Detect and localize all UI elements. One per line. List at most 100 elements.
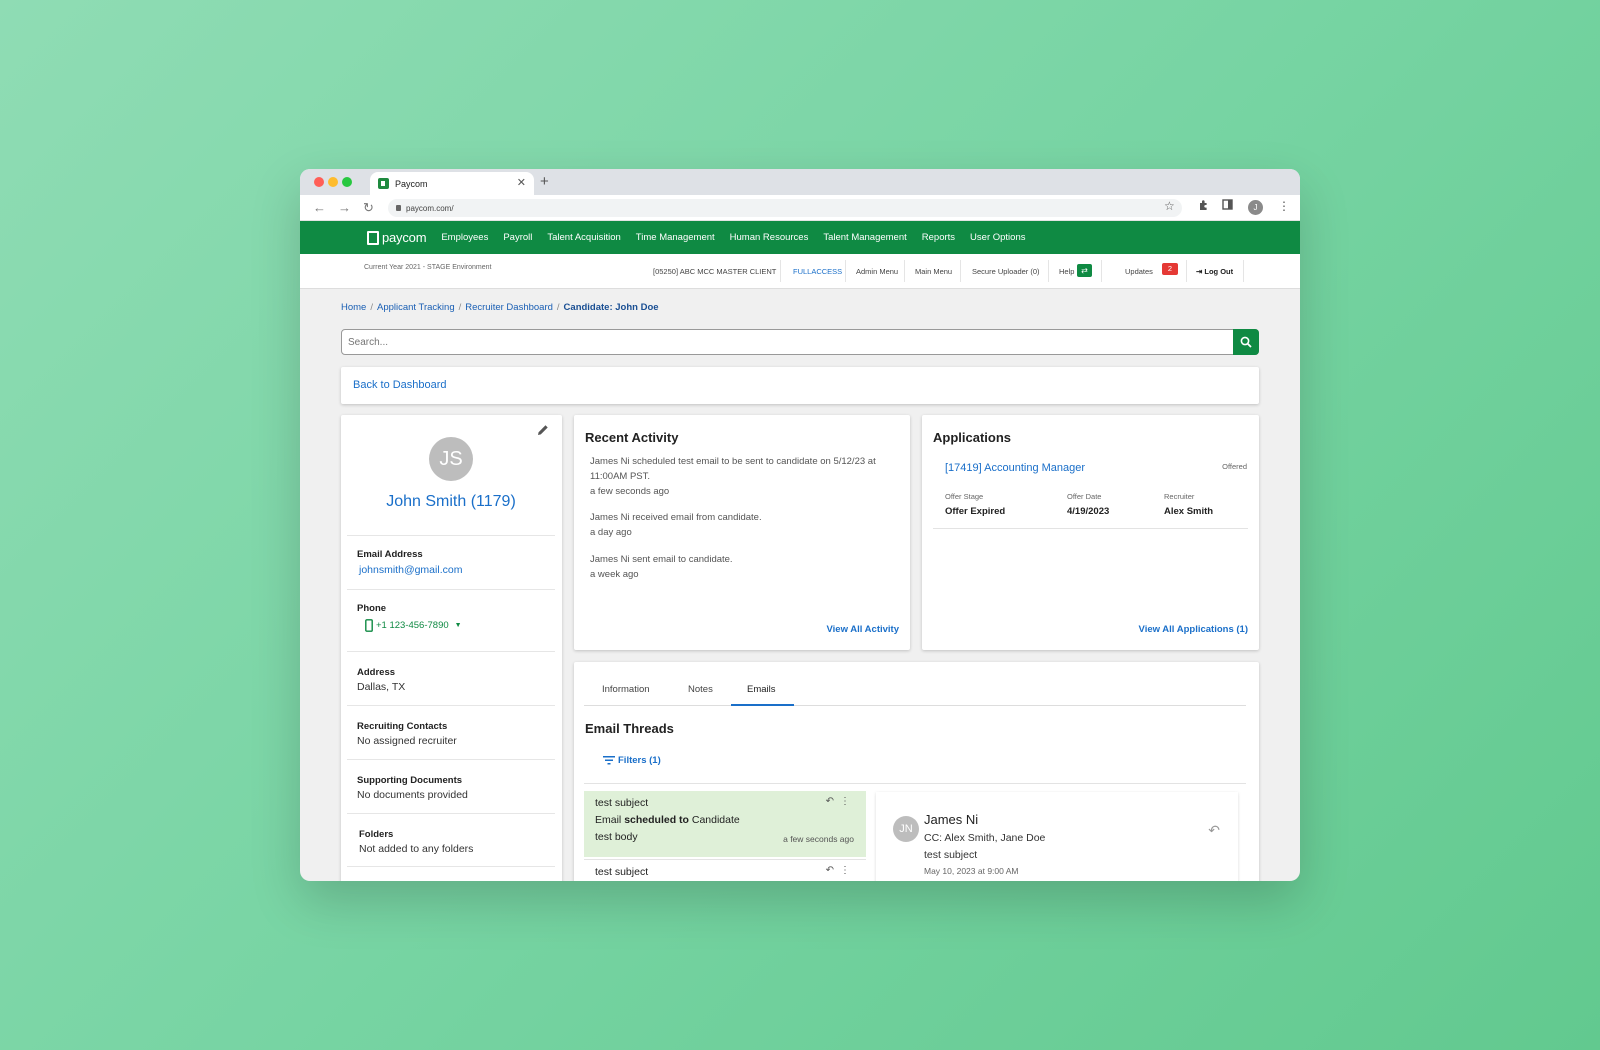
candidate-profile-card: JS John Smith (1179) Email Address johns… (341, 415, 562, 881)
breadcrumb-recruiter-dashboard[interactable]: Recruiter Dashboard (465, 302, 553, 313)
filters-label: Filters (1) (618, 755, 661, 766)
close-window-icon[interactable] (314, 177, 324, 187)
reply-icon[interactable]: ↶ (826, 865, 834, 876)
email-threads-title: Email Threads (585, 721, 674, 736)
folders-label: Folders (359, 829, 394, 840)
offer-stage-label: Offer Stage (945, 492, 984, 501)
view-all-applications-link[interactable]: View All Applications (1) (1139, 624, 1248, 635)
nav-payroll[interactable]: Payroll (503, 232, 532, 243)
divider (960, 260, 961, 282)
edit-pencil-icon[interactable] (537, 423, 549, 441)
nav-time-management[interactable]: Time Management (636, 232, 715, 243)
nav-talent-acquisition[interactable]: Talent Acquisition (547, 232, 620, 243)
job-link[interactable]: [17419] Accounting Manager (945, 462, 1085, 474)
view-all-activity-link[interactable]: View All Activity (826, 624, 899, 635)
recruiting-contacts-label: Recruiting Contacts (357, 721, 448, 732)
help-link[interactable]: Help (1059, 267, 1074, 276)
nav-human-resources[interactable]: Human Resources (730, 232, 809, 243)
paycom-logo[interactable]: paycom (367, 230, 427, 245)
url-text: paycom.com/ (406, 204, 454, 213)
minimize-window-icon[interactable] (328, 177, 338, 187)
candidate-name: John Smith (1179) (386, 493, 516, 510)
more-options-icon[interactable]: ⋮ (840, 865, 850, 876)
search-bar (341, 329, 1259, 355)
folders-section: Folders Not added to any folders (347, 813, 555, 867)
logout-button[interactable]: ⇥ Log Out (1196, 267, 1233, 276)
email-thread-subject: test subject (595, 866, 649, 878)
back-arrow-icon[interactable]: ← (313, 200, 326, 215)
offer-stage-value: Offer Expired (945, 506, 1006, 517)
utility-bar: Current Year 2021 - STAGE Environment [0… (300, 254, 1300, 289)
environment-label: Current Year 2021 - STAGE Environment (364, 264, 492, 271)
address-value: Dallas, TX (357, 681, 406, 693)
lock-icon (396, 205, 401, 211)
browser-menu-icon[interactable]: ⋮ (1278, 199, 1290, 213)
secure-uploader-link[interactable]: Secure Uploader (0) (972, 267, 1040, 276)
divider (1186, 260, 1187, 282)
breadcrumb-home[interactable]: Home (341, 302, 366, 313)
profile-avatar[interactable]: J (1248, 200, 1263, 215)
url-field[interactable]: paycom.com/ (388, 199, 1182, 217)
email-cc: CC: Alex Smith, Jane Doe (924, 832, 1046, 844)
bookmark-star-icon[interactable]: ☆ (1164, 199, 1175, 213)
side-panel-icon[interactable] (1222, 199, 1233, 213)
divider (904, 260, 905, 282)
breadcrumb-applicant-tracking[interactable]: Applicant Tracking (377, 302, 455, 313)
email-date: May 10, 2023 at 9:00 AM (924, 866, 1019, 876)
divider (933, 528, 1248, 529)
email-subject: test subject (924, 849, 978, 861)
main-navigation: paycom Employees Payroll Talent Acquisit… (300, 221, 1300, 254)
tab-emails[interactable]: Emails (747, 684, 776, 695)
address-label: Address (357, 667, 396, 678)
forward-arrow-icon[interactable]: → (338, 200, 351, 215)
breadcrumb-separator: / (556, 302, 560, 313)
updates-link[interactable]: Updates (1125, 267, 1153, 276)
email-status-suffix: Candidate (688, 814, 740, 826)
fullaccess-link[interactable]: FULLACCESS (793, 267, 842, 276)
divider (584, 783, 1246, 784)
filters-button[interactable]: Filters (1) (603, 755, 661, 766)
email-thread-time: a few seconds ago (783, 834, 854, 844)
reply-icon[interactable]: ↶ (826, 796, 834, 807)
browser-tab[interactable]: Paycom ✕ (370, 172, 534, 195)
email-label: Email Address (357, 549, 423, 560)
tab-notes[interactable]: Notes (688, 684, 713, 695)
reply-icon[interactable]: ↶ (1208, 822, 1220, 839)
main-menu-link[interactable]: Main Menu (915, 267, 952, 276)
logo-text: paycom (382, 230, 427, 245)
nav-talent-management[interactable]: Talent Management (823, 232, 906, 243)
logout-label: Log Out (1204, 267, 1234, 276)
offer-date-value: 4/19/2023 (1067, 506, 1110, 517)
more-options-icon[interactable]: ⋮ (840, 796, 850, 807)
recent-activity-card: Recent Activity James Ni scheduled test … (574, 415, 910, 650)
recruiting-contacts-section: Recruiting Contacts No assigned recruite… (347, 705, 555, 759)
activity-time: a week ago (590, 569, 639, 580)
email-thread-body: test body (595, 831, 638, 843)
email-thread-item[interactable]: test subject Email scheduled to Candidat… (584, 791, 866, 857)
nav-reports[interactable]: Reports (922, 232, 955, 243)
email-link[interactable]: johnsmith@gmail.com (359, 564, 462, 576)
email-thread-item[interactable]: test subject ↶ ⋮ (584, 859, 866, 881)
nav-employees[interactable]: Employees (441, 232, 488, 243)
extensions-icon[interactable] (1198, 199, 1210, 214)
search-input[interactable] (342, 330, 1222, 354)
back-to-dashboard-link[interactable]: Back to Dashboard (353, 379, 447, 391)
admin-menu-link[interactable]: Admin Menu (856, 267, 898, 276)
nav-user-options[interactable]: User Options (970, 232, 1025, 243)
activity-text: James Ni scheduled test email to be sent… (590, 456, 876, 482)
supporting-documents-section: Supporting Documents No documents provid… (347, 759, 555, 813)
tab-information[interactable]: Information (602, 684, 650, 695)
offer-date-label: Offer Date (1067, 492, 1102, 501)
close-tab-icon[interactable]: ✕ (517, 176, 526, 189)
application-status: Offered (1222, 462, 1247, 471)
candidate-details-card: Information Notes Emails Email Threads F… (574, 662, 1259, 881)
breadcrumb-separator: / (458, 302, 462, 313)
new-tab-icon[interactable]: + (540, 173, 549, 190)
chat-icon[interactable]: ⇄ (1077, 264, 1092, 277)
phone-dropdown[interactable]: +1 123-456-7890 ▼ (365, 619, 462, 632)
activity-item: James Ni scheduled test email to be sent… (590, 454, 890, 499)
search-button[interactable] (1233, 329, 1259, 355)
activity-time: a few seconds ago (590, 486, 670, 497)
maximize-window-icon[interactable] (342, 177, 352, 187)
reload-icon[interactable]: ↻ (363, 200, 374, 216)
